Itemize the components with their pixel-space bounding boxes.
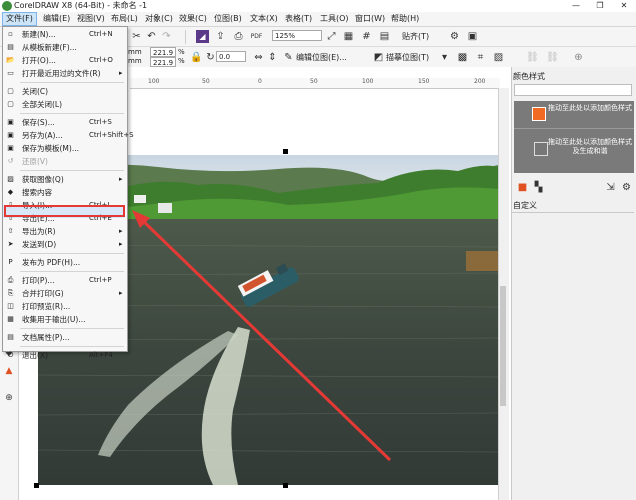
file-menu-item-open[interactable]: 📂 打开(O)... Ctrl+O bbox=[3, 54, 127, 67]
file-menu-item-close-doc[interactable]: ▢ 关闭(C) bbox=[3, 85, 127, 98]
file-menu-item-label: 退出(X) bbox=[22, 351, 48, 360]
file-menu-item-label: 还原(V) bbox=[22, 157, 48, 166]
recent-icon: ▭ bbox=[7, 69, 14, 77]
template-icon: ▤ bbox=[7, 43, 14, 51]
file-menu-item-shortcut: Ctrl+O bbox=[89, 56, 113, 64]
file-menu-item-print-preview[interactable]: ◫ 打印预览(R)... bbox=[3, 300, 127, 313]
submenu-arrow-icon: ▸ bbox=[119, 69, 123, 77]
docker-search-field[interactable] bbox=[514, 84, 632, 96]
menu-separator bbox=[20, 328, 124, 329]
file-menu-item-shortcut: Ctrl+N bbox=[89, 30, 113, 38]
menu-separator bbox=[20, 113, 124, 114]
file-menu-item-label: 保存为模板(M)... bbox=[22, 144, 79, 153]
docker-toolbar: ■ ▚ ⇲ ⚙ bbox=[514, 181, 634, 195]
file-menu-item-label: 合并打印(G) bbox=[22, 289, 64, 298]
open-icon: 📂 bbox=[6, 56, 15, 64]
file-menu-item-pdf[interactable]: P 发布为 PDF(H)... bbox=[3, 256, 127, 269]
file-menu-item-export-for[interactable]: ⇧ 导出为(R) ▸ bbox=[3, 225, 127, 238]
submenu-arrow-icon: ▸ bbox=[119, 240, 123, 248]
file-menu-item-label: 打开(O)... bbox=[22, 56, 56, 65]
menu-separator bbox=[20, 253, 124, 254]
file-menu-item-close-all[interactable]: ▢ 全部关闭(L) bbox=[3, 98, 127, 111]
annotation-arrow-line bbox=[138, 216, 392, 462]
file-menu-item-shortcut: Ctrl+S bbox=[89, 118, 112, 126]
file-menu-item-label: 关闭(C) bbox=[22, 87, 49, 96]
save-template-icon: ▣ bbox=[7, 144, 14, 152]
file-menu-item-label: 收集用于输出(U)... bbox=[22, 315, 86, 324]
submenu-arrow-icon: ▸ bbox=[119, 227, 123, 235]
file-menu-item-new[interactable]: ▫ 新建(N)... Ctrl+N bbox=[3, 28, 127, 41]
file-menu-item-label: 另存为(A)... bbox=[22, 131, 63, 140]
new-color-style-icon[interactable]: ■ bbox=[516, 181, 529, 194]
file-menu-item-recent[interactable]: ▭ 打开最近用过的文件(R) ▸ bbox=[3, 67, 127, 80]
properties-icon: ▤ bbox=[7, 333, 14, 341]
file-menu-item-label: 保存(S)... bbox=[22, 118, 55, 127]
new-icon: ▫ bbox=[8, 30, 13, 38]
file-menu-item-label: 获取图像(Q) bbox=[22, 175, 64, 184]
collect-output-icon: ▦ bbox=[7, 315, 14, 323]
revert-icon: ↺ bbox=[7, 157, 14, 165]
save-as-icon: ▣ bbox=[7, 131, 14, 139]
menu-separator bbox=[20, 170, 124, 171]
menu-separator bbox=[20, 346, 124, 347]
submenu-arrow-icon: ▸ bbox=[119, 175, 123, 183]
file-menu-item-label: 从模板新建(F)... bbox=[22, 43, 77, 52]
file-menu-item-send-to[interactable]: ➤ 发送到(D) ▸ bbox=[3, 238, 127, 251]
import-styles-icon[interactable]: ⇲ bbox=[604, 181, 617, 194]
file-menu-item-label: 新建(N)... bbox=[22, 30, 56, 39]
file-menu-item-exit[interactable]: ⏻ 退出(X) Alt+F4 bbox=[3, 349, 127, 362]
print-icon: ⎙ bbox=[7, 276, 14, 284]
custom-section-label: 自定义 bbox=[513, 201, 537, 210]
menu-separator bbox=[20, 271, 124, 272]
delete-style-icon[interactable]: ⚙ bbox=[620, 181, 633, 194]
scroll-thumb[interactable] bbox=[500, 286, 506, 406]
search-content-icon: ◆ bbox=[7, 188, 14, 196]
drop-hint-harmony: 拖动至此处以添加颜色样式及生成和谐 bbox=[548, 138, 632, 155]
drop-hint-color-style: 拖动至此处以添加颜色样式 bbox=[548, 104, 632, 112]
exit-icon: ⏻ bbox=[7, 351, 14, 359]
send-to-icon: ➤ bbox=[7, 240, 14, 248]
file-menu-item-revert[interactable]: ↺ 还原(V) bbox=[3, 155, 127, 168]
file-menu-item-label: 导出为(R) bbox=[22, 227, 56, 236]
docker-title: 颜色样式 bbox=[513, 72, 545, 81]
file-menu-item-save-template[interactable]: ▣ 保存为模板(M)... bbox=[3, 142, 127, 155]
print-preview-icon: ◫ bbox=[7, 302, 14, 310]
docker-divider bbox=[514, 128, 634, 129]
file-menu-item-acquire[interactable]: ▨ 获取图像(Q) ▸ bbox=[3, 173, 127, 186]
file-menu-item-label: 发布为 PDF(H)... bbox=[22, 258, 81, 267]
color-style-swatch[interactable] bbox=[532, 107, 546, 121]
file-menu-item-shortcut: Alt+F4 bbox=[89, 351, 113, 359]
file-menu-item-print[interactable]: ⎙ 打印(P)... Ctrl+P bbox=[3, 274, 127, 287]
file-menu-item-shortcut: Ctrl+Shift+S bbox=[89, 131, 134, 139]
export-highlight-box bbox=[4, 205, 125, 217]
file-menu-item-label: 打开最近用过的文件(R) bbox=[22, 69, 101, 78]
file-menu-item-properties[interactable]: ▤ 文档属性(P)... bbox=[3, 331, 127, 344]
file-menu-item-save-as[interactable]: ▣ 另存为(A)... Ctrl+Shift+S bbox=[3, 129, 133, 142]
close-doc-icon: ▢ bbox=[7, 87, 14, 95]
file-menu-item-shortcut: Ctrl+P bbox=[89, 276, 112, 284]
harmony-swatch-icon[interactable] bbox=[534, 142, 548, 156]
file-menu-item-label: 发送到(D) bbox=[22, 240, 57, 249]
new-harmony-icon[interactable]: ▚ bbox=[532, 181, 545, 194]
file-menu-item-label: 文档属性(P)... bbox=[22, 333, 70, 342]
close-all-icon: ▢ bbox=[7, 100, 14, 108]
acquire-icon: ▨ bbox=[7, 175, 14, 183]
file-menu-item-merge-print[interactable]: ⎘ 合并打印(G) ▸ bbox=[3, 287, 127, 300]
menu-separator bbox=[20, 82, 124, 83]
file-menu-item-label: 全部关闭(L) bbox=[22, 100, 63, 109]
docker-divider bbox=[512, 212, 634, 213]
file-menu-item-label: 打印(P)... bbox=[22, 276, 55, 285]
file-menu-item-label: 打印预览(R)... bbox=[22, 302, 71, 311]
save-icon: ▣ bbox=[7, 118, 14, 126]
file-menu-item-collect-output[interactable]: ▦ 收集用于输出(U)... bbox=[3, 313, 127, 326]
file-menu-item-template[interactable]: ▤ 从模板新建(F)... bbox=[3, 41, 127, 54]
file-menu-item-search-content[interactable]: ◆ 搜索内容 bbox=[3, 186, 127, 199]
file-menu-item-label: 搜索内容 bbox=[22, 188, 52, 197]
merge-print-icon: ⎘ bbox=[7, 289, 14, 297]
file-menu-item-save[interactable]: ▣ 保存(S)... Ctrl+S bbox=[3, 116, 127, 129]
pdf-icon: P bbox=[8, 258, 13, 266]
submenu-arrow-icon: ▸ bbox=[119, 289, 123, 297]
export-for-icon: ⇧ bbox=[7, 227, 14, 235]
